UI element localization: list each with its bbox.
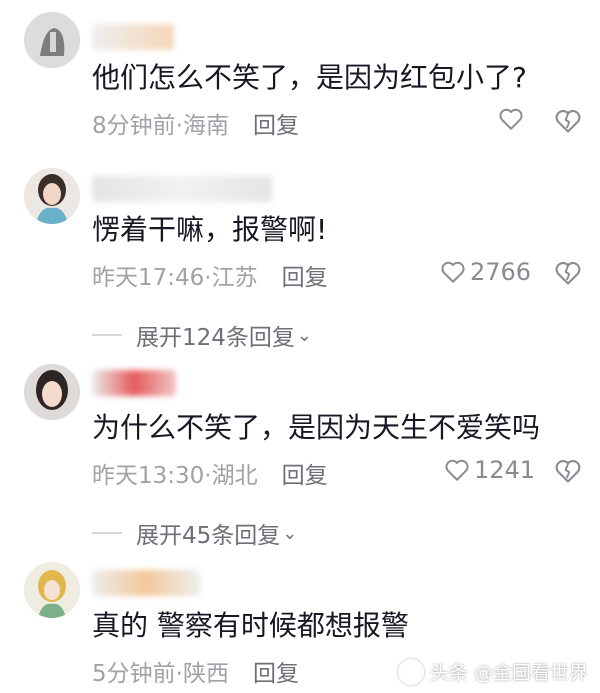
time-location: 5分钟前·陕西: [92, 661, 229, 687]
expand-replies-label: 展开124条回复: [136, 325, 295, 351]
comment-meta: 8分钟前·海南 回复: [92, 106, 299, 140]
avatar[interactable]: [24, 562, 80, 618]
avatar[interactable]: [24, 364, 80, 420]
reply-button[interactable]: 回复: [282, 463, 328, 489]
reply-button[interactable]: 回复: [253, 661, 299, 687]
avatar-image-icon: [24, 12, 80, 68]
watermark-text: 头条 @金国看世界: [429, 662, 588, 684]
comment-meta: 昨天17:46·江苏 回复: [92, 258, 328, 292]
comment-meta: 昨天13:30·湖北 回复: [92, 456, 328, 490]
like-button[interactable]: 1241: [444, 456, 535, 484]
divider-line: [92, 532, 122, 534]
expand-replies-label: 展开45条回复: [136, 523, 281, 549]
username-blurred[interactable]: [92, 24, 174, 50]
time-location: 昨天17:46·江苏: [92, 265, 258, 291]
heart-outline-icon: [499, 108, 523, 130]
like-button[interactable]: 2766: [440, 258, 531, 286]
heart-outline-icon: [445, 459, 469, 481]
chevron-down-icon: ⌄: [282, 522, 298, 544]
reply-button[interactable]: 回复: [282, 265, 328, 291]
broken-heart-icon[interactable]: [554, 107, 582, 135]
avatar[interactable]: [24, 168, 80, 224]
avatar-image-icon: [24, 562, 80, 618]
heart-outline-icon: [441, 261, 465, 283]
broken-heart-icon[interactable]: [554, 457, 582, 485]
reply-button[interactable]: 回复: [253, 113, 299, 139]
username-blurred[interactable]: [92, 370, 176, 396]
expand-replies-button[interactable]: 展开124条回复 ⌄: [92, 318, 312, 352]
divider-line: [92, 334, 122, 336]
time-location: 8分钟前·海南: [92, 113, 229, 139]
watermark: 头条 @金国看世界: [397, 658, 588, 685]
comment-meta: 5分钟前·陕西 回复: [92, 654, 299, 688]
like-count: 1241: [474, 456, 536, 484]
comment-text: 真的 警察有时候都想报警: [92, 609, 409, 642]
like-count: 2766: [470, 258, 532, 286]
watermark-logo-icon: [397, 658, 424, 685]
chevron-down-icon: ⌄: [296, 324, 312, 346]
expand-replies-button[interactable]: 展开45条回复 ⌄: [92, 516, 297, 550]
avatar-image-icon: [24, 364, 80, 420]
broken-heart-icon[interactable]: [554, 259, 582, 287]
comment-text: 为什么不笑了，是因为天生不爱笑吗: [92, 411, 541, 444]
username-blurred[interactable]: [92, 570, 200, 596]
avatar[interactable]: [24, 12, 80, 68]
comment-text: 他们怎么不笑了，是因为红包小了?: [92, 61, 527, 94]
comment-text: 愣着干嘛，报警啊!: [92, 213, 328, 246]
username-blurred[interactable]: [92, 176, 272, 202]
like-button[interactable]: [498, 106, 528, 132]
time-location: 昨天13:30·湖北: [92, 463, 258, 489]
avatar-image-icon: [24, 168, 80, 224]
